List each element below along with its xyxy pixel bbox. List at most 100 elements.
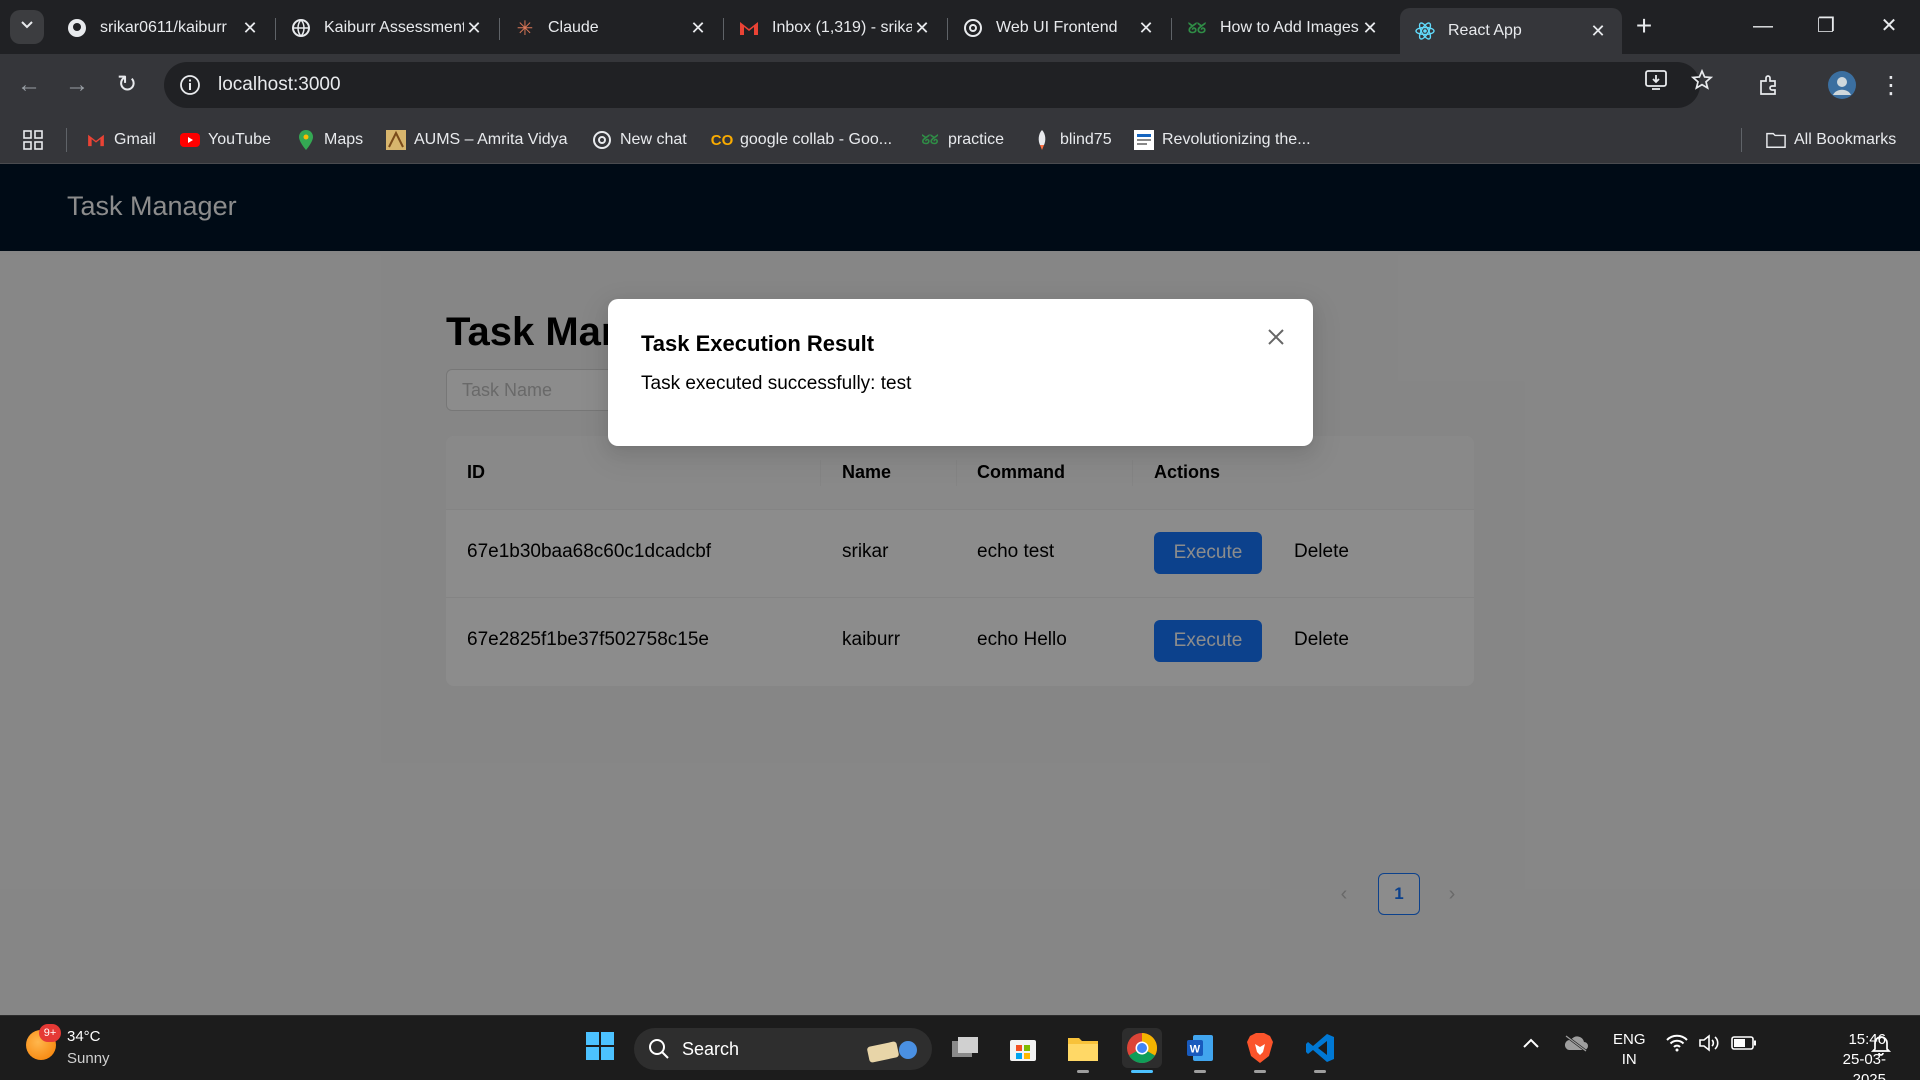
rocket-icon: [1032, 130, 1052, 150]
bookmarks-bar: Gmail YouTube Maps AUMS – Amrita Vidya N…: [0, 116, 1920, 164]
tab-gfg[interactable]: ᘜᘜ How to Add Images ✕: [1172, 8, 1394, 48]
battery-icon[interactable]: [1731, 1036, 1757, 1055]
close-icon[interactable]: ✕: [1588, 21, 1608, 42]
gfg-icon: ᘜᘜ: [921, 132, 939, 147]
tab-strip: srikar0611/kaiburr ✕ Kaiburr Assessment …: [0, 0, 1920, 54]
profile-avatar-icon[interactable]: [1825, 68, 1859, 102]
input-language-indicator[interactable]: ENG IN: [1613, 1030, 1646, 1070]
file-explorer-icon[interactable]: [1063, 1028, 1103, 1068]
bookmark-maps[interactable]: Maps: [296, 128, 363, 152]
folder-icon: [1766, 130, 1786, 150]
bookmark-colab[interactable]: CO google collab - Goo...: [710, 128, 892, 152]
close-icon[interactable]: ✕: [1360, 18, 1380, 39]
bookmark-blind75[interactable]: blind75: [1032, 128, 1112, 152]
gmail-icon: [86, 130, 106, 150]
tab-title: How to Add Images: [1220, 19, 1359, 36]
bookmark-new-chat[interactable]: New chat: [592, 128, 687, 152]
volume-icon[interactable]: [1698, 1034, 1720, 1057]
search-highlight-icon: [864, 1034, 922, 1064]
close-icon[interactable]: ✕: [1136, 18, 1156, 39]
close-window-button[interactable]: ✕: [1866, 8, 1912, 44]
weather-temperature: 34°C: [67, 1028, 101, 1045]
site-info-icon[interactable]: [176, 71, 204, 99]
notifications-icon[interactable]: [1870, 1034, 1892, 1061]
tab-github[interactable]: srikar0611/kaiburr ✕: [52, 8, 274, 48]
browser-toolbar: ← → ↻ localhost:3000 ⋮: [0, 54, 1920, 116]
back-button[interactable]: ←: [12, 68, 46, 102]
start-button[interactable]: [580, 1028, 620, 1068]
bookmark-youtube[interactable]: YouTube: [180, 128, 271, 152]
bookmarks-divider: [66, 128, 67, 152]
tab-search-button[interactable]: [10, 10, 44, 44]
forward-button[interactable]: →: [60, 68, 94, 102]
bookmark-practice[interactable]: ᘜᘜ practice: [920, 128, 1004, 152]
claude-icon: ✳: [516, 17, 534, 40]
vscode-icon[interactable]: [1300, 1028, 1340, 1068]
bookmark-revolutionizing[interactable]: Revolutionizing the...: [1134, 128, 1311, 152]
close-icon[interactable]: ✕: [912, 18, 932, 39]
task-result-modal: Task Execution Result Task executed succ…: [608, 299, 1313, 446]
close-icon[interactable]: ✕: [688, 18, 708, 39]
close-icon[interactable]: ✕: [240, 18, 260, 39]
react-icon: [1414, 20, 1436, 42]
tab-title: Claude: [548, 19, 599, 36]
minimize-button[interactable]: —: [1740, 8, 1786, 44]
close-icon[interactable]: ✕: [464, 18, 484, 39]
github-icon: [66, 17, 88, 39]
browser-menu-icon[interactable]: ⋮: [1874, 68, 1908, 102]
all-bookmarks-button[interactable]: All Bookmarks: [1766, 128, 1896, 152]
modal-overlay[interactable]: [0, 164, 1920, 1015]
bookmark-label: practice: [948, 131, 1005, 148]
bookmark-label: Gmail: [114, 131, 156, 148]
running-indicator: [1077, 1070, 1089, 1073]
reload-button[interactable]: ↻: [110, 68, 144, 102]
bookmark-label: blind75: [1060, 131, 1112, 148]
gmail-icon: [738, 17, 760, 39]
all-bookmarks-label: All Bookmarks: [1794, 131, 1897, 148]
show-hidden-icons[interactable]: [1522, 1036, 1540, 1054]
install-app-icon[interactable]: [1642, 66, 1670, 94]
bookmark-gmail[interactable]: Gmail: [86, 128, 156, 152]
new-tab-button[interactable]: +: [1628, 10, 1660, 42]
bookmark-label: AUMS – Amrita Vidya: [414, 131, 568, 148]
brave-icon[interactable]: [1240, 1028, 1280, 1068]
modal-message: Task executed successfully: test: [641, 373, 912, 394]
openai-icon: [962, 17, 984, 39]
microsoft-store-icon[interactable]: [1003, 1028, 1043, 1068]
windows-icon: [585, 1031, 615, 1066]
extensions-icon[interactable]: [1752, 68, 1786, 102]
apps-grid-icon[interactable]: [22, 128, 44, 152]
tab-web-ui[interactable]: Web UI Frontend ✕: [948, 8, 1170, 48]
search-icon: [648, 1038, 670, 1060]
address-bar[interactable]: localhost:3000: [164, 62, 1700, 108]
wifi-icon[interactable]: [1666, 1034, 1688, 1057]
openai-icon: [592, 130, 612, 150]
bookmark-star-icon[interactable]: [1688, 66, 1716, 94]
globe-icon: [290, 17, 312, 39]
tab-title: React App: [1448, 22, 1522, 39]
svg-text:W: W: [1190, 1044, 1201, 1056]
chevron-down-icon: [20, 18, 34, 37]
tab-gmail[interactable]: Inbox (1,319) - srikar ✕: [724, 8, 946, 48]
close-icon[interactable]: [1262, 323, 1290, 351]
bookmarks-divider: [1741, 128, 1742, 152]
gfg-icon: ᘜᘜ: [1187, 19, 1207, 36]
tab-claude[interactable]: ✳ Claude ✕: [500, 8, 722, 48]
maps-icon: [296, 130, 316, 150]
word-icon[interactable]: W: [1180, 1028, 1220, 1068]
windows-taskbar: 9+ 34°C Sunny Search W ENG IN 15:46 25-0…: [0, 1015, 1920, 1080]
language-code: ENG: [1613, 1031, 1646, 1048]
task-view-icon[interactable]: [945, 1028, 985, 1068]
tab-kaiburr[interactable]: Kaiburr Assessment ✕: [276, 8, 498, 48]
bookmark-label: YouTube: [208, 131, 271, 148]
onedrive-icon[interactable]: [1563, 1034, 1589, 1057]
running-indicator: [1314, 1070, 1326, 1073]
bookmark-aums[interactable]: AUMS – Amrita Vidya: [386, 128, 568, 152]
youtube-icon: [180, 130, 200, 150]
weather-condition: Sunny: [67, 1050, 110, 1067]
tab-react-app[interactable]: React App ✕: [1400, 8, 1622, 54]
taskbar-search[interactable]: Search: [634, 1028, 932, 1070]
restore-button[interactable]: ❐: [1803, 8, 1849, 44]
chrome-icon[interactable]: [1122, 1028, 1162, 1068]
colab-icon: CO: [710, 131, 734, 149]
